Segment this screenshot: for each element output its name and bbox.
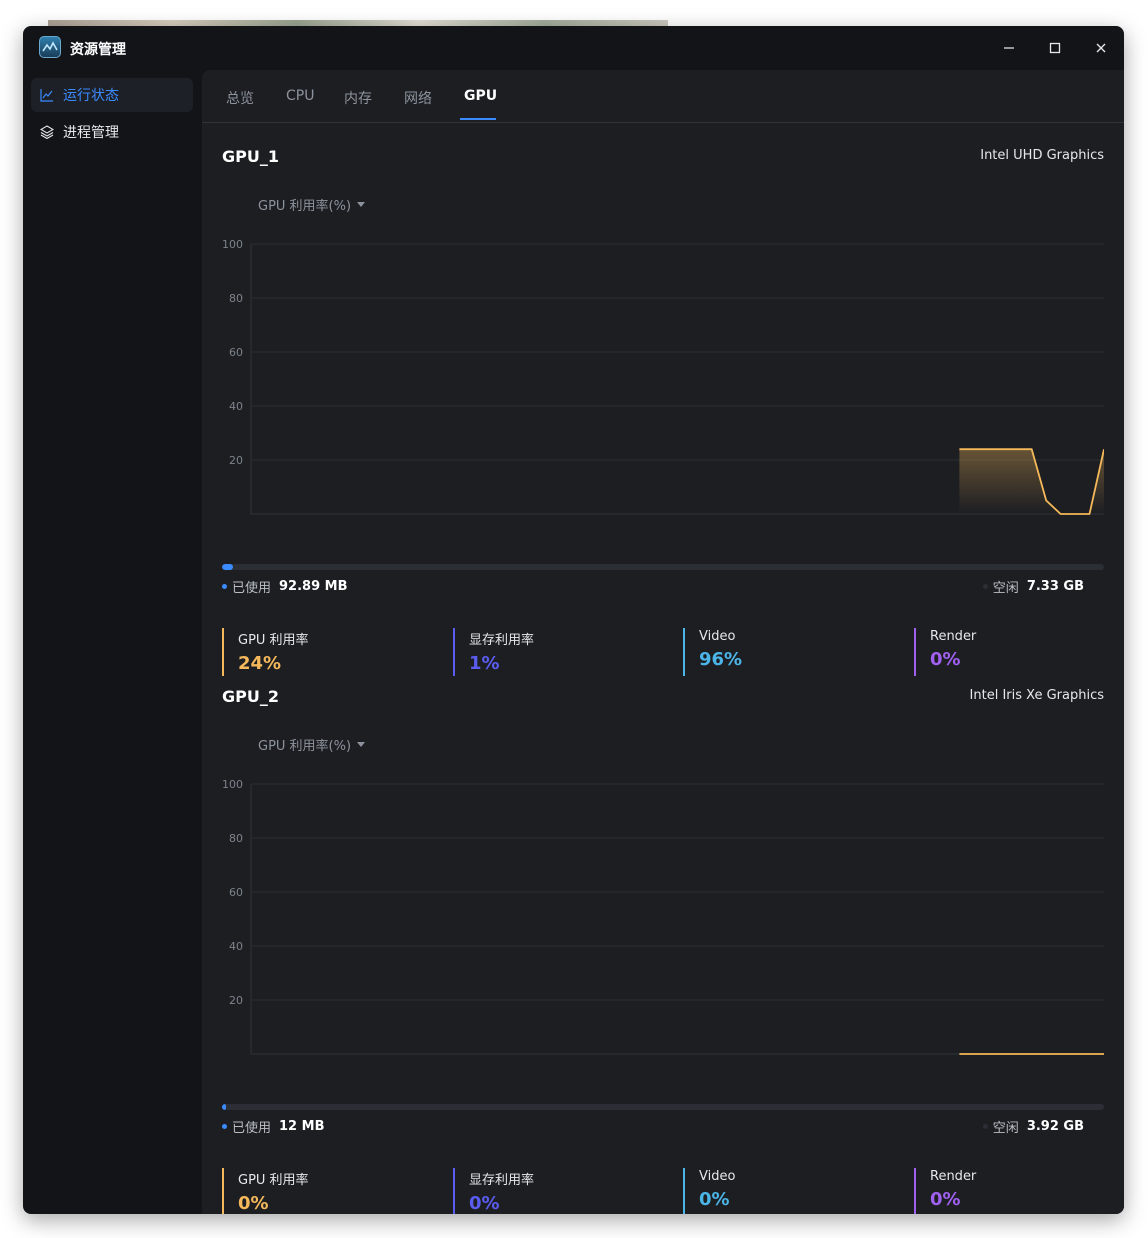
close-button[interactable]: [1089, 36, 1113, 60]
y-tick-label: 40: [229, 940, 243, 953]
gpu-title: GPU_1: [222, 147, 279, 166]
memory-used-label: 已使用: [232, 581, 272, 596]
metric-dropdown[interactable]: GPU 利用率(%): [258, 195, 366, 214]
app-icon: [39, 36, 61, 58]
stat-label: Render: [930, 629, 977, 644]
app-title: 资源管理: [70, 42, 126, 58]
maximize-button[interactable]: [1043, 36, 1067, 60]
app-window: 资源管理 运行状态 进程管理 总览 CPU 内存 网络 GPU GPU_1 In…: [23, 26, 1124, 1214]
tab-memory[interactable]: 内存: [344, 88, 372, 108]
memory-used: 已使用 12 MB: [222, 1117, 324, 1136]
y-tick-label: 80: [229, 832, 243, 845]
y-tick-label: 80: [229, 292, 243, 305]
used-dot-icon: [222, 1124, 227, 1129]
sidebar-item-process[interactable]: 进程管理: [31, 115, 193, 149]
memory-free: 空闲 7.33 GB: [982, 577, 1084, 596]
y-tick-label: 100: [222, 238, 243, 251]
memory-usage-fill: [222, 564, 233, 570]
sidebar-item-label: 进程管理: [63, 125, 119, 141]
y-tick-label: 60: [229, 346, 243, 359]
stat-vram-util: 显存利用率 0%: [453, 1168, 653, 1214]
stat-vram-util: 显存利用率 1%: [453, 628, 653, 676]
stat-value: 0%: [699, 1189, 730, 1210]
sidebar: 运行状态 进程管理: [23, 70, 202, 1214]
used-dot-icon: [222, 584, 227, 589]
stat-value: 0%: [469, 1193, 500, 1214]
y-tick-label: 20: [229, 454, 243, 467]
sidebar-item-label: 运行状态: [63, 88, 119, 104]
line-chart-icon: [40, 88, 54, 102]
stat-value: 0%: [238, 1193, 269, 1214]
stat-gpu-util: GPU 利用率 0%: [222, 1168, 422, 1214]
caret-down-icon: [357, 742, 366, 747]
y-tick-label: 20: [229, 994, 243, 1007]
free-dot-icon: [982, 1124, 988, 1129]
gpu-utilization-chart: 20 40 60 80 100: [222, 778, 1104, 1055]
metric-dropdown-label: GPU 利用率(%): [258, 739, 352, 754]
stat-render: Render 0%: [914, 628, 1114, 676]
stat-gpu-util: GPU 利用率 24%: [222, 628, 422, 676]
stat-value: 24%: [238, 653, 282, 674]
caret-down-icon: [357, 202, 366, 207]
stat-value: 0%: [930, 1189, 961, 1210]
titlebar: 资源管理: [23, 26, 1124, 70]
memory-usage-fill: [222, 1104, 226, 1110]
tab-gpu[interactable]: GPU: [464, 88, 497, 104]
gpu-model: Intel Iris Xe Graphics: [969, 688, 1104, 703]
gpu-title: GPU_2: [222, 687, 279, 706]
tab-active-indicator: [460, 118, 496, 120]
memory-used: 已使用 92.89 MB: [222, 577, 348, 596]
stat-label: GPU 利用率: [238, 633, 309, 648]
stat-video: Video 0%: [683, 1168, 883, 1214]
gpu-utilization-chart: 20 40 60 80 100: [222, 238, 1104, 515]
memory-usage-bar: [222, 564, 1104, 570]
memory-usage-bar: [222, 1104, 1104, 1110]
memory-free-label: 空闲: [992, 1121, 1019, 1136]
memory-used-label: 已使用: [232, 1121, 272, 1136]
stat-value: 96%: [699, 649, 743, 670]
y-tick-label: 60: [229, 886, 243, 899]
free-dot-icon: [982, 584, 988, 589]
memory-free-value: 3.92 GB: [1026, 1119, 1084, 1134]
metric-dropdown[interactable]: GPU 利用率(%): [258, 735, 366, 754]
tab-network[interactable]: 网络: [404, 88, 432, 108]
stat-render: Render 0%: [914, 1168, 1114, 1214]
tab-overview[interactable]: 总览: [226, 88, 254, 108]
stat-label: Render: [930, 1169, 977, 1184]
maximize-icon: [1049, 42, 1061, 54]
stat-value: 0%: [930, 649, 961, 670]
memory-free: 空闲 3.92 GB: [982, 1117, 1084, 1136]
stat-label: Video: [699, 629, 736, 644]
tab-bar: 总览 CPU 内存 网络 GPU: [202, 70, 1124, 123]
gpu-model: Intel UHD Graphics: [980, 148, 1104, 163]
main-panel: 总览 CPU 内存 网络 GPU GPU_1 Intel UHD Graphic…: [202, 70, 1124, 1214]
minimize-button[interactable]: [997, 36, 1021, 60]
stat-label: GPU 利用率: [238, 1173, 309, 1188]
metric-dropdown-label: GPU 利用率(%): [258, 199, 352, 214]
stat-value: 1%: [469, 653, 500, 674]
sidebar-item-status[interactable]: 运行状态: [31, 78, 193, 112]
layers-icon: [40, 125, 54, 139]
y-tick-label: 40: [229, 400, 243, 413]
stat-video: Video 96%: [683, 628, 883, 676]
stat-label: Video: [699, 1169, 736, 1184]
memory-free-value: 7.33 GB: [1026, 579, 1084, 594]
tab-cpu[interactable]: CPU: [286, 88, 314, 104]
stat-label: 显存利用率: [469, 1173, 535, 1188]
minimize-icon: [1004, 47, 1014, 49]
y-tick-label: 100: [222, 778, 243, 791]
memory-used-value: 92.89 MB: [279, 579, 348, 594]
memory-free-label: 空闲: [992, 581, 1019, 596]
close-icon: [1096, 43, 1106, 53]
series-area: [959, 449, 1104, 514]
memory-used-value: 12 MB: [279, 1119, 325, 1134]
stat-label: 显存利用率: [469, 633, 535, 648]
